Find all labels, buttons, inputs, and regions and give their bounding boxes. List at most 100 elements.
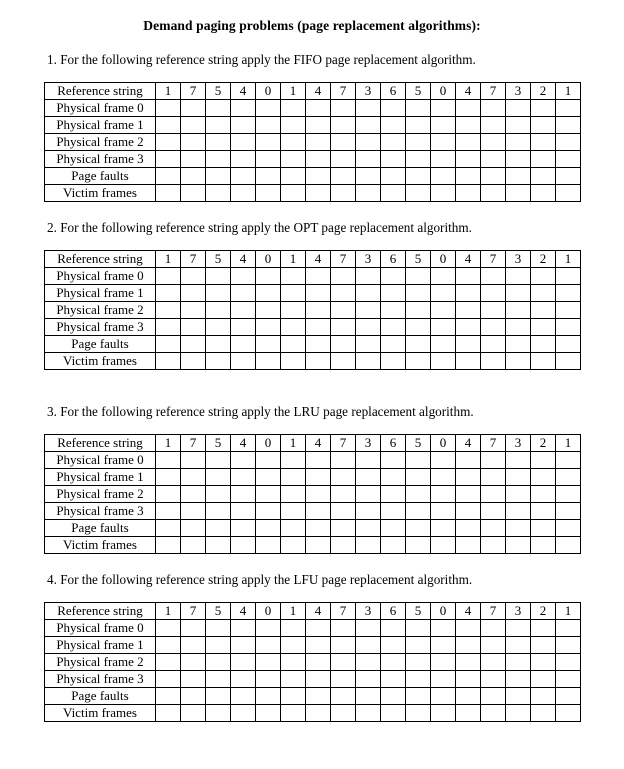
answer-cell[interactable]	[280, 352, 306, 370]
answer-cell[interactable]	[455, 335, 481, 353]
answer-cell[interactable]	[430, 267, 456, 285]
answer-cell[interactable]	[305, 485, 331, 503]
answer-cell[interactable]	[355, 619, 381, 637]
answer-cell[interactable]	[330, 687, 356, 705]
answer-cell[interactable]	[330, 619, 356, 637]
answer-cell[interactable]	[505, 352, 531, 370]
answer-cell[interactable]	[405, 99, 431, 117]
answer-cell[interactable]	[230, 335, 256, 353]
answer-cell[interactable]	[380, 133, 406, 151]
answer-cell[interactable]	[155, 536, 181, 554]
answer-cell[interactable]	[555, 485, 581, 503]
answer-cell[interactable]	[555, 133, 581, 151]
answer-cell[interactable]	[355, 352, 381, 370]
answer-cell[interactable]	[330, 653, 356, 671]
answer-cell[interactable]	[455, 636, 481, 654]
answer-cell[interactable]	[530, 485, 556, 503]
answer-cell[interactable]	[380, 519, 406, 537]
answer-cell[interactable]	[455, 519, 481, 537]
answer-cell[interactable]	[305, 670, 331, 688]
answer-cell[interactable]	[280, 116, 306, 134]
answer-cell[interactable]	[305, 133, 331, 151]
answer-cell[interactable]	[280, 267, 306, 285]
answer-cell[interactable]	[380, 335, 406, 353]
answer-cell[interactable]	[530, 619, 556, 637]
answer-cell[interactable]	[255, 653, 281, 671]
answer-cell[interactable]	[305, 519, 331, 537]
answer-cell[interactable]	[205, 519, 231, 537]
answer-cell[interactable]	[355, 167, 381, 185]
answer-cell[interactable]	[380, 670, 406, 688]
answer-cell[interactable]	[155, 116, 181, 134]
answer-cell[interactable]	[180, 150, 206, 168]
answer-cell[interactable]	[530, 116, 556, 134]
answer-cell[interactable]	[505, 519, 531, 537]
answer-cell[interactable]	[180, 184, 206, 202]
answer-cell[interactable]	[180, 133, 206, 151]
answer-cell[interactable]	[180, 653, 206, 671]
answer-cell[interactable]	[305, 502, 331, 520]
answer-cell[interactable]	[455, 116, 481, 134]
answer-cell[interactable]	[180, 284, 206, 302]
answer-cell[interactable]	[430, 116, 456, 134]
answer-cell[interactable]	[430, 636, 456, 654]
answer-cell[interactable]	[405, 116, 431, 134]
answer-cell[interactable]	[380, 167, 406, 185]
answer-cell[interactable]	[505, 284, 531, 302]
answer-cell[interactable]	[205, 150, 231, 168]
answer-cell[interactable]	[355, 653, 381, 671]
answer-cell[interactable]	[430, 670, 456, 688]
answer-cell[interactable]	[355, 301, 381, 319]
answer-cell[interactable]	[355, 687, 381, 705]
answer-cell[interactable]	[205, 485, 231, 503]
answer-cell[interactable]	[180, 335, 206, 353]
answer-cell[interactable]	[205, 99, 231, 117]
answer-cell[interactable]	[180, 704, 206, 722]
answer-cell[interactable]	[530, 636, 556, 654]
answer-cell[interactable]	[530, 502, 556, 520]
answer-cell[interactable]	[555, 318, 581, 336]
answer-cell[interactable]	[255, 335, 281, 353]
answer-cell[interactable]	[205, 301, 231, 319]
answer-cell[interactable]	[530, 318, 556, 336]
answer-cell[interactable]	[555, 184, 581, 202]
answer-cell[interactable]	[205, 451, 231, 469]
answer-cell[interactable]	[280, 150, 306, 168]
answer-cell[interactable]	[155, 519, 181, 537]
answer-cell[interactable]	[305, 536, 331, 554]
answer-cell[interactable]	[280, 133, 306, 151]
answer-cell[interactable]	[180, 99, 206, 117]
answer-cell[interactable]	[555, 536, 581, 554]
answer-cell[interactable]	[230, 536, 256, 554]
answer-cell[interactable]	[555, 267, 581, 285]
answer-cell[interactable]	[355, 670, 381, 688]
answer-cell[interactable]	[555, 519, 581, 537]
answer-cell[interactable]	[430, 352, 456, 370]
answer-cell[interactable]	[355, 636, 381, 654]
answer-cell[interactable]	[455, 451, 481, 469]
answer-cell[interactable]	[330, 519, 356, 537]
answer-cell[interactable]	[405, 485, 431, 503]
answer-cell[interactable]	[180, 267, 206, 285]
answer-cell[interactable]	[280, 485, 306, 503]
answer-cell[interactable]	[230, 670, 256, 688]
answer-cell[interactable]	[480, 267, 506, 285]
answer-cell[interactable]	[480, 636, 506, 654]
answer-cell[interactable]	[405, 619, 431, 637]
answer-cell[interactable]	[405, 184, 431, 202]
answer-cell[interactable]	[405, 150, 431, 168]
answer-cell[interactable]	[305, 687, 331, 705]
answer-cell[interactable]	[255, 687, 281, 705]
answer-cell[interactable]	[430, 468, 456, 486]
answer-cell[interactable]	[555, 619, 581, 637]
answer-cell[interactable]	[480, 318, 506, 336]
answer-cell[interactable]	[255, 485, 281, 503]
answer-cell[interactable]	[305, 704, 331, 722]
answer-cell[interactable]	[405, 653, 431, 671]
answer-cell[interactable]	[230, 133, 256, 151]
answer-cell[interactable]	[205, 636, 231, 654]
answer-cell[interactable]	[280, 99, 306, 117]
answer-cell[interactable]	[205, 468, 231, 486]
answer-cell[interactable]	[405, 636, 431, 654]
answer-cell[interactable]	[380, 352, 406, 370]
